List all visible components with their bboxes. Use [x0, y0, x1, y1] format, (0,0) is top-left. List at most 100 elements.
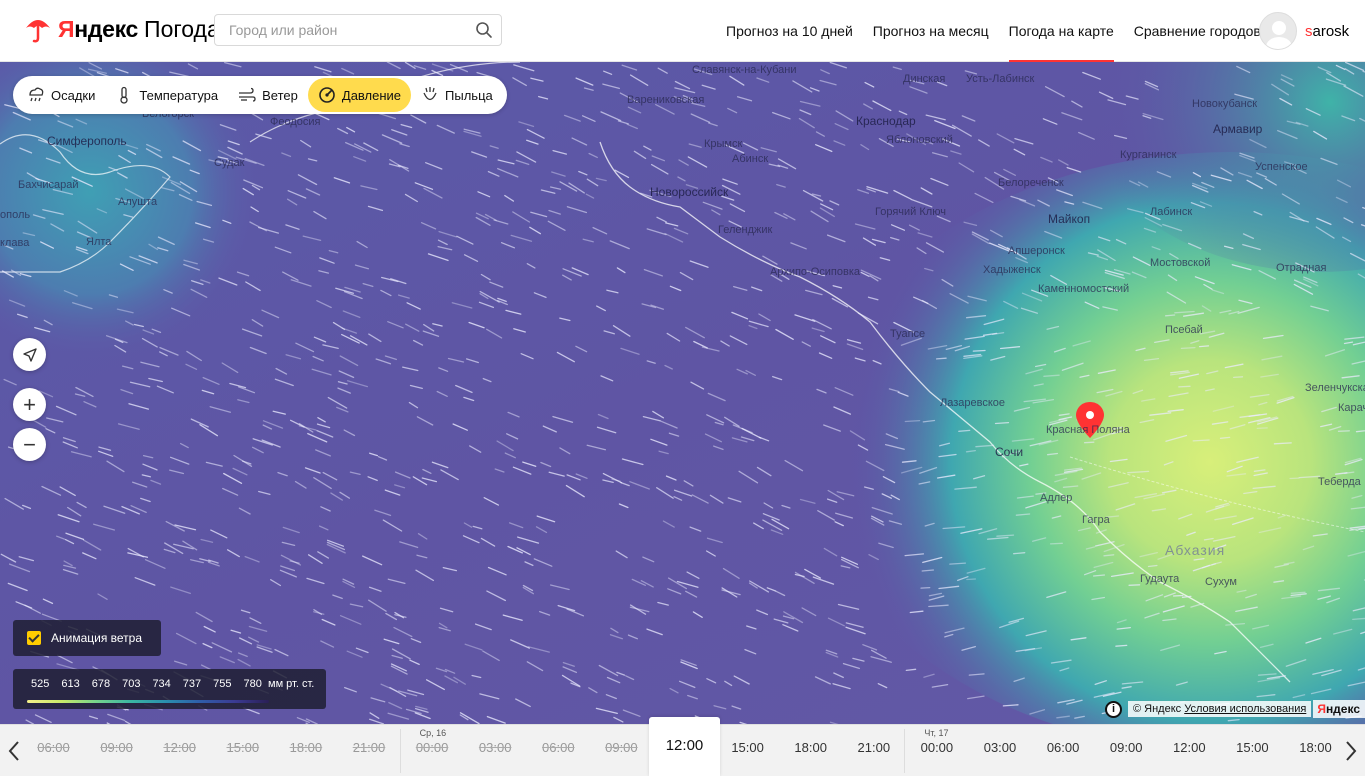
wind-streak [1233, 376, 1244, 379]
timeline-time: 18:00 [289, 740, 323, 755]
map-label: Теберда [1318, 476, 1361, 488]
timeline-item[interactable]: 06:00 [22, 725, 85, 776]
zoom-out-button[interactable]: − [13, 428, 46, 461]
timeline-time: 09:00 [605, 740, 638, 755]
wind-streak [1337, 430, 1350, 432]
avatar[interactable] [1259, 12, 1297, 50]
map-label: Архипо-Осиповка [770, 266, 861, 278]
layer-wind-button[interactable]: Ветер [228, 78, 308, 112]
map-label: клава [0, 237, 30, 249]
map-label: Успенское [1255, 161, 1308, 173]
timeline-item[interactable]: 18:00 [779, 725, 842, 776]
timeline-item[interactable]: Чт, 17 00:00 [905, 725, 968, 776]
zoom-in-button[interactable]: + [13, 388, 46, 421]
logo-product: Погода [144, 15, 220, 42]
layer-label: Давление [341, 87, 402, 103]
layer-precipitation-button[interactable]: Осадки [17, 78, 105, 112]
map-label: Абхазия [1165, 542, 1226, 558]
timeline-item[interactable]: 12:00 [1158, 725, 1221, 776]
legend-value: 525 [31, 678, 50, 690]
geolocate-button[interactable] [13, 338, 46, 371]
wind-animation-toggle[interactable]: Анимация ветра [13, 620, 161, 656]
map-label: Курганинск [1120, 149, 1177, 161]
logo[interactable]: Яндекс Погода [24, 14, 220, 44]
legend-value: 734 [152, 678, 171, 690]
map-label: Алушта [118, 196, 158, 208]
timeline-item[interactable]: 12:00 [148, 725, 211, 776]
timeline-time: 09:00 [1109, 740, 1143, 755]
layer-pollen-button[interactable]: Пыльца [411, 78, 503, 112]
timeline-time: 15:00 [226, 740, 260, 755]
wind-streak [1115, 644, 1128, 647]
search-input[interactable] [215, 15, 455, 45]
timeline-item[interactable]: 15:00 [716, 725, 779, 776]
user-menu[interactable]: sarosk [1259, 12, 1349, 50]
map-label: Сочи [995, 445, 1024, 459]
nav-compare-cities[interactable]: Сравнение городов [1124, 0, 1271, 62]
timeline-item[interactable]: Ср, 16 00:00 [401, 725, 464, 776]
map-label: Апшеронск [1008, 245, 1065, 257]
timeline-prev-button[interactable] [0, 725, 28, 776]
layer-temperature-button[interactable]: Температура [105, 78, 228, 112]
main-nav: Прогноз на 10 дней Прогноз на месяц Пого… [716, 0, 1271, 62]
pressure-icon [319, 87, 335, 103]
timeline-item[interactable]: 18:00 [274, 725, 337, 776]
timeline-item[interactable]: 15:00 [211, 725, 274, 776]
timeline-item[interactable]: 09:00 [85, 725, 148, 776]
map-label: Туапсе [890, 328, 926, 340]
map-label: Варениковская [627, 94, 705, 106]
map-label: Бахчисарай [18, 179, 79, 191]
nav-forecast-10-days[interactable]: Прогноз на 10 дней [716, 0, 863, 62]
map-label: Псебай [1165, 324, 1203, 336]
logo-brand: Яндекс [58, 15, 139, 42]
timeline-item[interactable]: 21:00 [842, 725, 905, 776]
layer-pressure-button[interactable]: Давление [307, 78, 412, 112]
wind-streak [1273, 442, 1292, 445]
thermometer-icon [120, 86, 129, 104]
timeline-next-button[interactable] [1337, 725, 1365, 776]
layer-label: Пыльца [445, 87, 493, 103]
legend-value: 780 [243, 678, 262, 690]
timeline-time: 12:00 [163, 740, 196, 755]
timeline-item[interactable]: 06:00 [1032, 725, 1095, 776]
map-label: Гудаута [1140, 573, 1180, 585]
terms-link[interactable]: Условия использования [1184, 703, 1306, 715]
timeline-item[interactable]: 03:00 [464, 725, 527, 776]
legend-value: 703 [122, 678, 141, 690]
timeline-item[interactable]: 03:00 [969, 725, 1032, 776]
search-icon[interactable] [475, 21, 493, 39]
map-label: Симферополь [47, 134, 127, 148]
wind-streak [1180, 346, 1196, 350]
wind-streak [1181, 595, 1192, 598]
wind-animation-checkbox[interactable] [27, 631, 41, 645]
timeline-item[interactable]: 21:00 [338, 725, 401, 776]
nav-forecast-month[interactable]: Прогноз на месяц [863, 0, 999, 62]
search-box [214, 14, 502, 46]
pressure-map[interactable]: Симферополь Алушта Ялта Бахчисарай ополь… [0, 62, 1365, 724]
wind-streak [1083, 441, 1095, 444]
info-icon[interactable]: i [1105, 700, 1122, 718]
timeline-item[interactable]: 06:00 [527, 725, 590, 776]
timeline-item-current[interactable]: 12:00 [649, 717, 720, 776]
app-root: Яндекс Погода Прогноз на 10 дней Прогноз… [0, 0, 1365, 776]
wind-streak [1178, 385, 1191, 388]
precipitation-icon [29, 87, 44, 102]
timeline-time: 12:00 [665, 737, 704, 754]
layer-label: Ветер [262, 87, 298, 103]
timeline: 06:00 09:00 12:00 15:00 18:00 21:00 Ср, 16 00:0… [0, 717, 1365, 776]
legend-value: 737 [182, 678, 202, 690]
nav-weather-map[interactable]: Погода на карте [999, 0, 1124, 62]
yandex-map-logo[interactable]: Яндекс [1313, 700, 1365, 718]
map-label: Новокубанск [1192, 98, 1258, 110]
timeline-time: 00:00 [920, 740, 954, 755]
timeline-item[interactable]: 15:00 [1221, 725, 1284, 776]
timeline-time: 21:00 [857, 740, 891, 755]
wind-streak [1049, 542, 1063, 545]
wind-streak [1256, 427, 1268, 430]
umbrella-logo-icon [26, 20, 50, 43]
pollen-icon [423, 87, 437, 101]
timeline-item[interactable]: 09:00 [590, 725, 653, 776]
timeline-item[interactable]: 09:00 [1095, 725, 1158, 776]
username[interactable]: sarosk [1305, 23, 1349, 40]
timeline-time: 18:00 [794, 740, 827, 755]
